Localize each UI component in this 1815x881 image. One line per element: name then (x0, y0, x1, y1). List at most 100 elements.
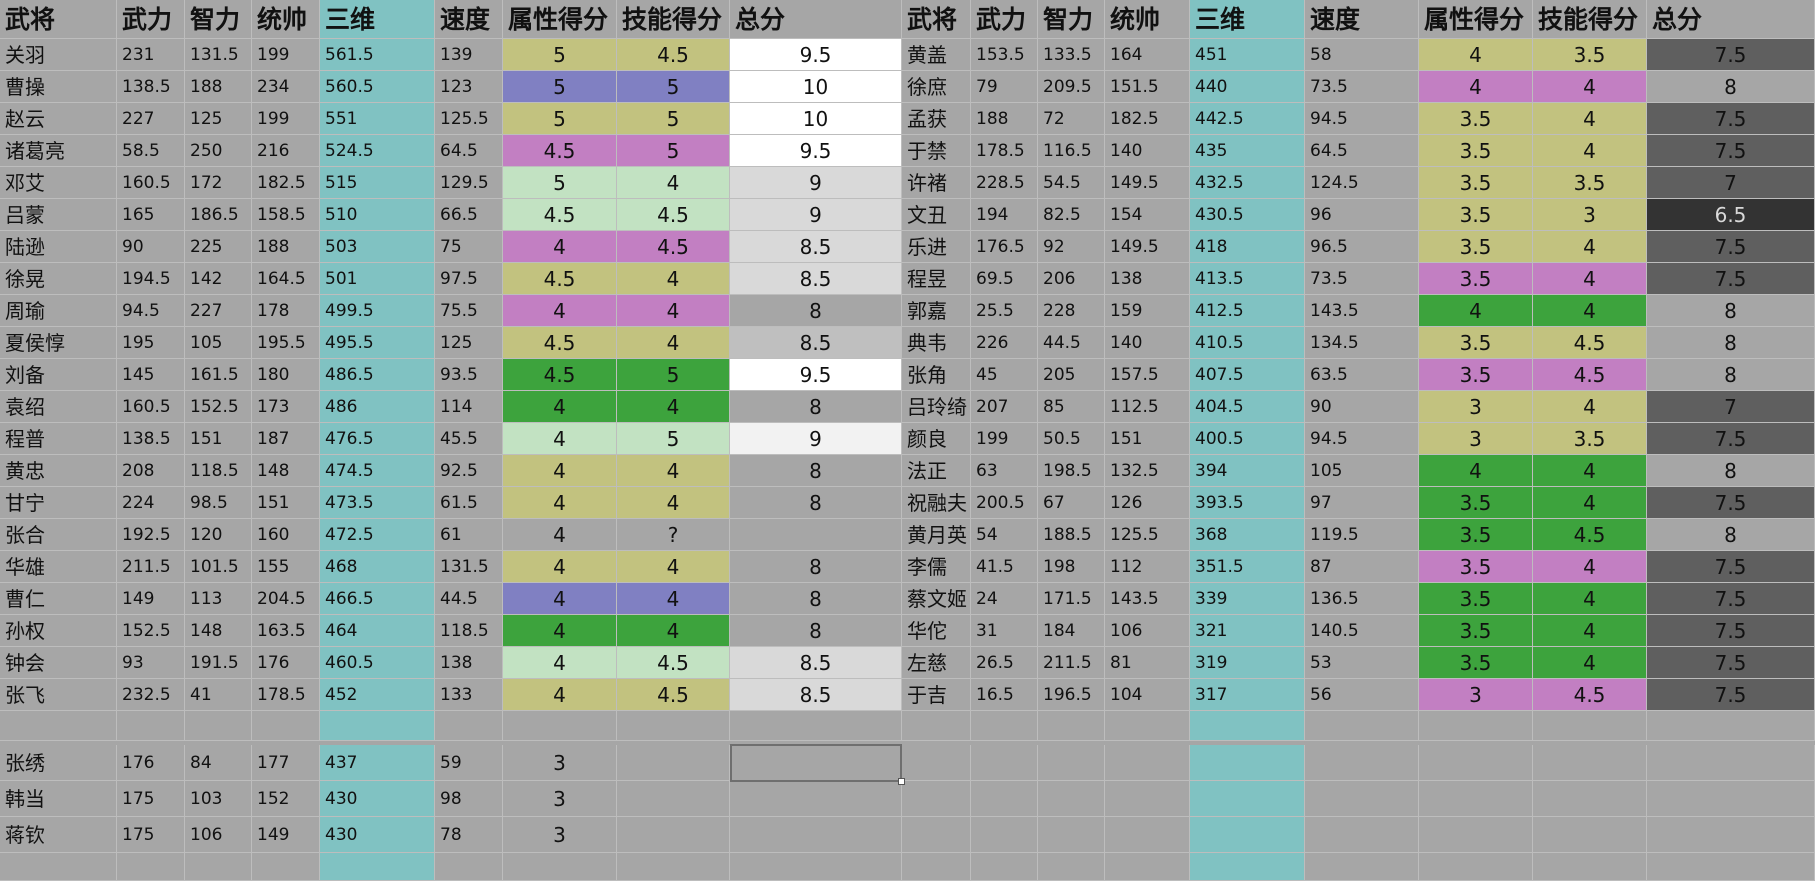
empty-cell[interactable] (1419, 781, 1533, 817)
cell-speed[interactable]: 90 (1305, 391, 1419, 423)
cell-total-score[interactable]: 7.5 (1647, 423, 1815, 455)
cell-three-stats[interactable]: 410.5 (1190, 327, 1305, 359)
cell-total-score[interactable]: 8 (1647, 359, 1815, 391)
cell-command[interactable]: 164.5 (252, 263, 320, 295)
cell-total-score[interactable]: 9 (730, 423, 902, 455)
cell-attribute-score[interactable]: 4 (503, 423, 617, 455)
cell-force[interactable]: 160.5 (117, 167, 185, 199)
cell-intelligence[interactable]: 172 (185, 167, 252, 199)
cell-force[interactable]: 145 (117, 359, 185, 391)
extra-cell-speed[interactable]: 98 (435, 781, 503, 817)
cell-force[interactable]: 31 (971, 615, 1038, 647)
cell-general[interactable]: 徐庶 (902, 71, 971, 103)
cell-skill-score[interactable]: 4 (1533, 583, 1647, 615)
cell-command[interactable]: 106 (1105, 615, 1190, 647)
cell-three-stats[interactable]: 430.5 (1190, 199, 1305, 231)
cell-total-score[interactable]: 10 (730, 71, 902, 103)
extra-cell-command[interactable]: 152 (252, 781, 320, 817)
cell-command[interactable]: 157.5 (1105, 359, 1190, 391)
cell-speed[interactable]: 129.5 (435, 167, 503, 199)
cell-attribute-score[interactable]: 4 (503, 455, 617, 487)
cell-intelligence[interactable]: 101.5 (185, 551, 252, 583)
cell-intelligence[interactable]: 227 (185, 295, 252, 327)
empty-cell[interactable] (1533, 711, 1647, 741)
empty-cell[interactable] (1038, 817, 1105, 853)
selected-cell-outline[interactable] (730, 744, 902, 782)
cell-skill-score[interactable]: 4 (617, 391, 730, 423)
empty-cell[interactable] (617, 711, 730, 741)
cell-attribute-score[interactable]: 3.5 (1419, 615, 1533, 647)
extra-cell-general[interactable]: 韩当 (0, 781, 117, 817)
empty-cell[interactable] (1305, 781, 1419, 817)
empty-cell[interactable] (1038, 711, 1105, 741)
cell-total-score[interactable]: 7.5 (1647, 615, 1815, 647)
cell-total-score[interactable]: 9 (730, 167, 902, 199)
cell-three-stats[interactable]: 476.5 (320, 423, 435, 455)
cell-force[interactable]: 149 (117, 583, 185, 615)
cell-attribute-score[interactable]: 4 (1419, 455, 1533, 487)
cell-force[interactable]: 208 (117, 455, 185, 487)
cell-skill-score[interactable]: 4 (617, 487, 730, 519)
cell-intelligence[interactable]: 211.5 (1038, 647, 1105, 679)
cell-command[interactable]: 112.5 (1105, 391, 1190, 423)
cell-attribute-score[interactable]: 3.5 (1419, 487, 1533, 519)
cell-force[interactable]: 90 (117, 231, 185, 263)
cell-skill-score[interactable]: 4 (1533, 231, 1647, 263)
cell-skill-score[interactable]: 5 (617, 71, 730, 103)
cell-intelligence[interactable]: 133.5 (1038, 39, 1105, 71)
cell-force[interactable]: 69.5 (971, 263, 1038, 295)
cell-force[interactable]: 199 (971, 423, 1038, 455)
cell-attribute-score[interactable]: 3.5 (1419, 519, 1533, 551)
cell-attribute-score[interactable]: 4 (503, 487, 617, 519)
cell-force[interactable]: 178.5 (971, 135, 1038, 167)
cell-skill-score[interactable]: 4 (617, 583, 730, 615)
cell-skill-score[interactable]: 3.5 (1533, 167, 1647, 199)
empty-cell[interactable] (1647, 853, 1815, 881)
cell-attribute-score[interactable]: 4 (503, 391, 617, 423)
extra-cell-intelligence[interactable]: 84 (185, 745, 252, 781)
cell-three-stats[interactable]: 319 (1190, 647, 1305, 679)
cell-three-stats[interactable]: 451 (1190, 39, 1305, 71)
cell-total-score[interactable]: 8.5 (730, 327, 902, 359)
cell-attribute-score[interactable]: 3.5 (1419, 327, 1533, 359)
cell-speed[interactable]: 92.5 (435, 455, 503, 487)
empty-cell[interactable] (902, 711, 971, 741)
cell-attribute-score[interactable]: 4 (503, 519, 617, 551)
empty-cell[interactable] (1105, 781, 1190, 817)
empty-cell[interactable] (1419, 745, 1533, 781)
cell-three-stats[interactable]: 501 (320, 263, 435, 295)
cell-speed[interactable]: 140.5 (1305, 615, 1419, 647)
cell-total-score[interactable]: 8 (730, 551, 902, 583)
cell-intelligence[interactable]: 250 (185, 135, 252, 167)
cell-three-stats[interactable]: 393.5 (1190, 487, 1305, 519)
cell-skill-score[interactable]: 4.5 (1533, 327, 1647, 359)
cell-total-score[interactable]: 8.5 (730, 647, 902, 679)
cell-command[interactable]: 234 (252, 71, 320, 103)
cell-command[interactable]: 195.5 (252, 327, 320, 359)
cell-intelligence[interactable]: 161.5 (185, 359, 252, 391)
cell-intelligence[interactable]: 72 (1038, 103, 1105, 135)
empty-cell[interactable] (617, 781, 730, 817)
header-general-left[interactable]: 武将 (0, 0, 117, 39)
cell-force[interactable]: 194.5 (117, 263, 185, 295)
cell-force[interactable]: 94.5 (117, 295, 185, 327)
cell-general[interactable]: 法正 (902, 455, 971, 487)
extra-cell-three-stats[interactable]: 430 (320, 781, 435, 817)
cell-speed[interactable]: 136.5 (1305, 583, 1419, 615)
cell-speed[interactable]: 94.5 (1305, 423, 1419, 455)
cell-command[interactable]: 112 (1105, 551, 1190, 583)
cell-skill-score[interactable]: 4 (1533, 295, 1647, 327)
cell-total-score[interactable]: 8 (730, 615, 902, 647)
cell-skill-score[interactable]: 5 (617, 423, 730, 455)
empty-cell[interactable] (971, 745, 1038, 781)
cell-command[interactable]: 143.5 (1105, 583, 1190, 615)
cell-three-stats[interactable]: 473.5 (320, 487, 435, 519)
cell-attribute-score[interactable]: 4 (503, 551, 617, 583)
cell-intelligence[interactable]: 116.5 (1038, 135, 1105, 167)
cell-general[interactable]: 文丑 (902, 199, 971, 231)
cell-intelligence[interactable]: 196.5 (1038, 679, 1105, 711)
cell-command[interactable]: 173 (252, 391, 320, 423)
cell-command[interactable]: 132.5 (1105, 455, 1190, 487)
cell-three-stats[interactable]: 400.5 (1190, 423, 1305, 455)
header-attribute-score-left[interactable]: 属性得分 (503, 0, 617, 39)
